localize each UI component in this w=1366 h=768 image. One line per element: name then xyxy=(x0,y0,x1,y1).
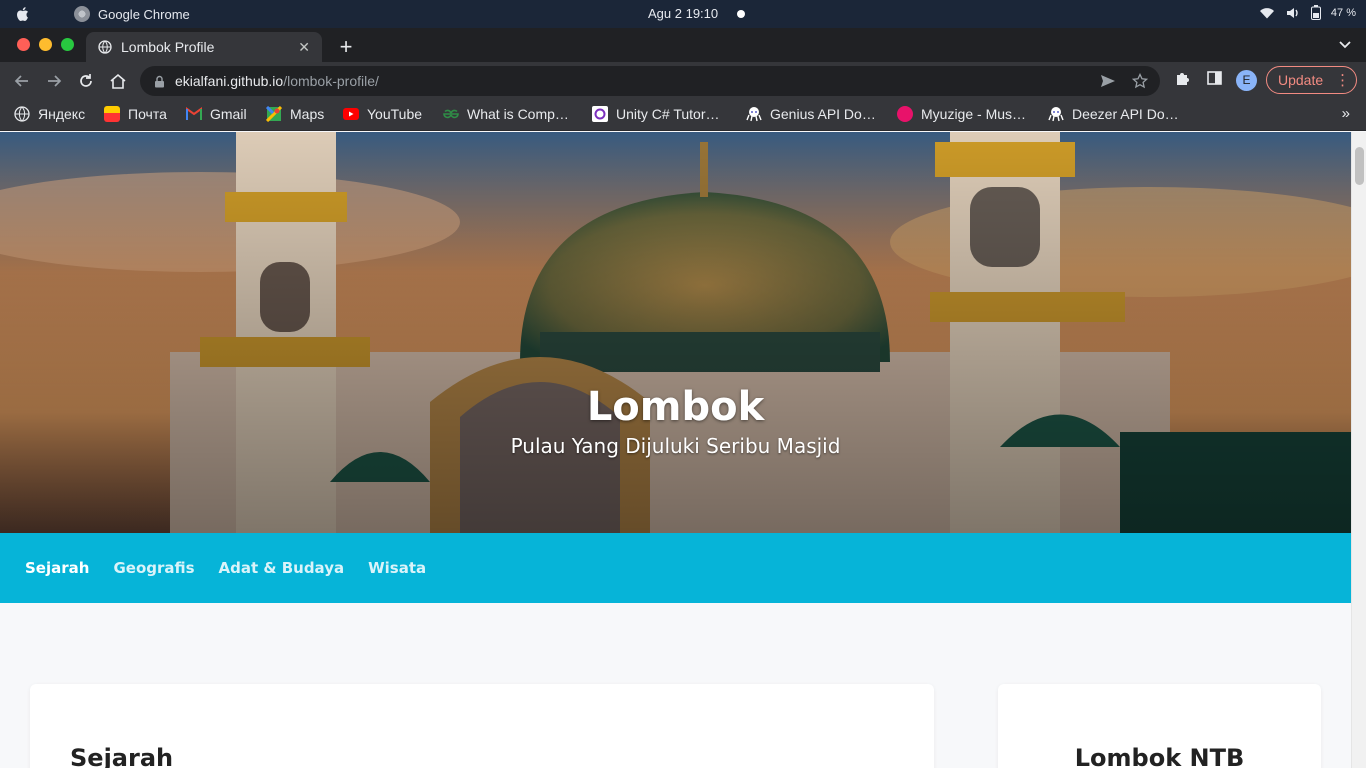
battery-icon xyxy=(1310,5,1321,20)
reload-button[interactable] xyxy=(76,71,96,91)
bookmark-label: Maps xyxy=(290,106,325,122)
section-nav: Sejarah Geografis Adat & Budaya Wisata xyxy=(0,533,1351,603)
lock-icon xyxy=(155,75,164,87)
os-top-bar: Google Chrome Agu 2 19:10 47 % xyxy=(0,0,1366,28)
update-label: Update xyxy=(1278,72,1324,88)
page-scrollbar[interactable] xyxy=(1351,132,1366,768)
octo-icon xyxy=(1048,107,1064,122)
clock[interactable]: Agu 2 19:10 xyxy=(648,6,718,21)
mosque-hero-image xyxy=(0,132,1351,533)
volume-icon xyxy=(1286,7,1298,18)
send-icon[interactable] xyxy=(1100,73,1116,89)
browser-toolbar: ekialfani.github.io/lombok-profile/ E Up… xyxy=(0,62,1366,99)
bookmark-item[interactable]: Почта xyxy=(104,106,167,122)
youtube-icon xyxy=(343,108,359,120)
bookmark-item[interactable]: Яндекс xyxy=(14,106,85,122)
home-button[interactable] xyxy=(108,71,128,91)
active-app-label: Google Chrome xyxy=(98,6,190,22)
system-tray[interactable]: 47 % xyxy=(1259,5,1356,20)
recording-dot-icon xyxy=(737,10,745,18)
aside-card: Lombok NTB xyxy=(998,684,1321,768)
active-app[interactable]: Google Chrome xyxy=(74,6,190,22)
bookmark-label: Яндекс xyxy=(38,106,86,122)
url-path: /lombok-profile/ xyxy=(283,73,379,89)
tab-lombok-profile[interactable]: Lombok Profile ✕ xyxy=(86,32,322,62)
bookmark-item[interactable]: What is Comp… xyxy=(443,106,569,122)
nav-link-geografis[interactable]: Geografis xyxy=(113,559,194,577)
bookmark-item[interactable]: Maps xyxy=(266,106,324,122)
bookmark-label: Почта xyxy=(128,106,167,122)
tab-search-chevron-icon[interactable] xyxy=(1338,37,1352,51)
extensions-puzzle-icon[interactable] xyxy=(1174,69,1192,87)
bookmark-label: What is Comp… xyxy=(467,106,569,122)
close-window-button[interactable] xyxy=(17,38,30,51)
gmail-icon xyxy=(186,107,202,120)
forward-button[interactable] xyxy=(44,71,64,91)
wifi-icon xyxy=(1259,7,1274,18)
window-controls xyxy=(17,38,74,51)
bookmark-label: Deezer API Do… xyxy=(1072,106,1179,122)
tab-title: Lombok Profile xyxy=(121,39,215,55)
octo-icon xyxy=(746,107,762,122)
aside-title: Lombok NTB xyxy=(1074,744,1245,768)
nav-link-wisata[interactable]: Wisata xyxy=(368,559,426,577)
globe-icon xyxy=(98,40,112,54)
globe-icon xyxy=(14,106,30,122)
back-button[interactable] xyxy=(12,71,32,91)
update-button[interactable]: Update ⋮ xyxy=(1266,66,1357,94)
minimize-window-button[interactable] xyxy=(39,38,52,51)
bookmark-item[interactable]: Genius API Do… xyxy=(746,106,876,122)
bookmark-item[interactable]: Gmail xyxy=(186,106,247,122)
nav-link-sejarah[interactable]: Sejarah xyxy=(25,559,89,577)
bookmark-label: Gmail xyxy=(210,106,247,122)
more-bookmarks-chevron-icon[interactable]: » xyxy=(1342,105,1350,122)
hero-subtitle: Pulau Yang Dijuluki Seribu Masjid xyxy=(510,434,841,458)
maps-icon xyxy=(266,106,282,122)
music-icon xyxy=(897,106,913,122)
chrome-icon xyxy=(74,6,90,22)
hero-title: Lombok xyxy=(586,384,765,430)
bookmark-label: Genius API Do… xyxy=(770,106,876,122)
bookmark-item[interactable]: Deezer API Do… xyxy=(1048,106,1179,122)
bookmark-item[interactable]: Myuzige - Mus… xyxy=(897,106,1026,122)
url-host: ekialfani.github.io xyxy=(175,73,284,89)
side-panel-icon[interactable] xyxy=(1206,69,1224,87)
section-title: Sejarah xyxy=(70,744,174,768)
gfg-icon xyxy=(443,109,459,119)
bookmark-label: Unity C# Tutor… xyxy=(616,106,720,122)
arrow-left-icon xyxy=(14,75,28,87)
mail-icon xyxy=(104,106,120,122)
nav-link-adat-budaya[interactable]: Adat & Budaya xyxy=(219,559,345,577)
main-article-card: Sejarah xyxy=(30,684,934,768)
apple-icon[interactable] xyxy=(14,5,32,23)
new-tab-button[interactable]: + xyxy=(336,34,356,60)
battery-percent: 47 % xyxy=(1330,6,1356,19)
bookmarks-bar: Яндекс Почта Gmail Maps YouTube What is … xyxy=(0,99,1366,131)
address-bar[interactable]: ekialfani.github.io/lombok-profile/ xyxy=(140,66,1160,96)
more-vertical-icon: ⋮ xyxy=(1335,71,1351,89)
scrollbar-thumb[interactable] xyxy=(1355,147,1364,185)
bookmark-star-icon[interactable] xyxy=(1132,73,1148,89)
maximize-window-button[interactable] xyxy=(61,38,74,51)
web-page: Lombok Pulau Yang Dijuluki Seribu Masjid… xyxy=(0,132,1351,768)
bookmark-item[interactable]: Unity C# Tutor… xyxy=(592,106,719,122)
profile-avatar[interactable]: E xyxy=(1236,70,1257,91)
close-tab-icon[interactable]: ✕ xyxy=(298,39,310,56)
tab-strip: Lombok Profile ✕ + xyxy=(0,28,1366,62)
bookmark-item[interactable]: YouTube xyxy=(343,106,422,122)
unity-icon xyxy=(592,106,608,122)
home-icon xyxy=(110,73,126,89)
arrow-right-icon xyxy=(48,75,62,87)
reload-icon xyxy=(80,74,92,87)
hero-banner: Lombok Pulau Yang Dijuluki Seribu Masjid xyxy=(0,132,1351,533)
bookmark-label: Myuzige - Mus… xyxy=(921,106,1027,122)
bookmark-label: YouTube xyxy=(367,106,423,122)
